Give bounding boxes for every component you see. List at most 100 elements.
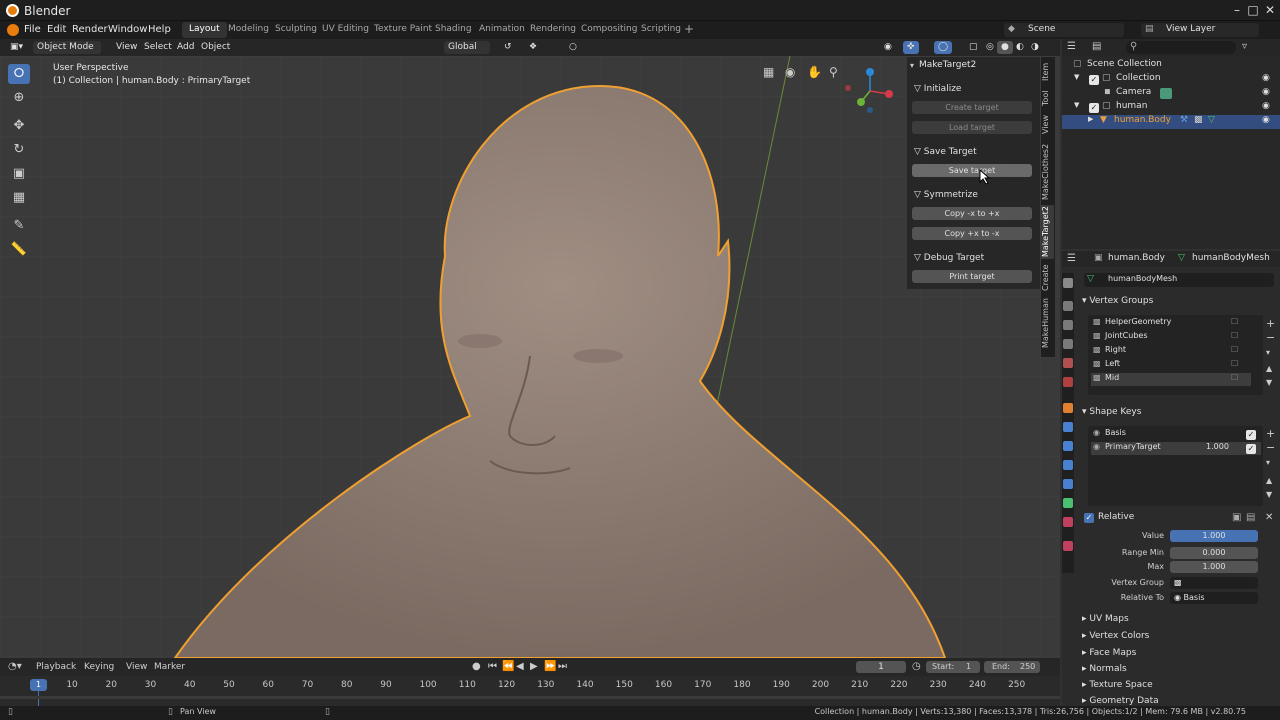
save-target-button[interactable]: Save target [912, 164, 1032, 177]
visibility-eye-icon[interactable]: ◉ [1262, 73, 1270, 83]
menu-file[interactable]: File [24, 24, 41, 35]
expand-icon[interactable]: ▼ [1074, 101, 1079, 109]
minimize-icon[interactable]: – [1229, 2, 1245, 18]
relative-checkbox[interactable]: ✓ [1084, 513, 1094, 523]
start-frame-field[interactable]: Start: 1 [926, 661, 980, 673]
outliner-search-input[interactable] [1126, 41, 1236, 54]
lock-icon[interactable]: ☐ [1231, 317, 1238, 326]
orientation-dropdown[interactable]: Global [444, 41, 490, 54]
prev-keyframe-icon[interactable]: ⏪ [502, 661, 514, 672]
scene-selector[interactable]: ◆ Scene [1004, 23, 1124, 37]
texture-space-header[interactable]: ▸ Texture Space [1082, 680, 1153, 690]
view-layer-tab-icon[interactable] [1063, 339, 1073, 349]
scene-tab-icon[interactable] [1063, 358, 1073, 368]
initialize-header[interactable]: ▽ Initialize [914, 84, 961, 94]
render-tab-icon[interactable] [1063, 301, 1073, 311]
move-down-icon[interactable]: ▼ [1266, 490, 1272, 499]
mesh-data-tab-icon[interactable] [1063, 498, 1073, 508]
proportional-edit-icon[interactable]: ○ [565, 41, 581, 54]
shape-key-lock-icon[interactable]: ▤ [1246, 512, 1255, 523]
tab-item[interactable]: Item [1041, 61, 1054, 83]
outliner-row-camera[interactable]: ◾ Camera ◉ [1062, 87, 1280, 101]
tab-maketarget2[interactable]: MakeTarget2 [1041, 205, 1054, 259]
move-up-icon[interactable]: ▲ [1266, 476, 1272, 485]
panel-collapse-icon[interactable]: ▾ [910, 61, 914, 70]
wireframe-shading-icon[interactable]: ◎ [982, 41, 998, 54]
list-item[interactable]: ◉ Basis ✓ [1091, 428, 1261, 441]
constraints-tab-icon[interactable] [1063, 479, 1073, 489]
material-tab-icon[interactable] [1063, 517, 1073, 527]
visibility-eye-icon[interactable]: ◉ [1262, 101, 1270, 111]
jump-start-icon[interactable]: ⏮ [488, 661, 497, 672]
add-vertex-group-icon[interactable]: + [1266, 317, 1275, 330]
save-target-header[interactable]: ▽ Save Target [914, 147, 977, 157]
visibility-icon[interactable]: ◉ [880, 41, 896, 54]
rotate-tool-icon[interactable]: ↻ [8, 140, 30, 160]
overlay-toggle-icon[interactable]: ◯ [934, 41, 953, 54]
value-field[interactable]: 1.000 [1170, 530, 1258, 542]
tool-tab-icon[interactable] [1063, 278, 1073, 288]
playhead[interactable]: 1 [30, 679, 47, 691]
world-tab-icon[interactable] [1063, 377, 1073, 387]
modifier-tab-icon[interactable] [1063, 422, 1073, 432]
lock-icon[interactable]: ☐ [1231, 331, 1238, 340]
maximize-icon[interactable]: □ [1245, 2, 1261, 18]
play-icon[interactable]: ▶ [530, 661, 538, 672]
menu-marker[interactable]: Marker [154, 662, 185, 672]
pan-hand-icon[interactable]: ✋ [807, 65, 822, 79]
vertex-groups-list[interactable]: ▩ HelperGeometry ☐ ▩ JointCubes ☐ ▩ Right ☐ ▩ L… [1088, 315, 1263, 395]
editor-type-icon[interactable]: ▣▾ [6, 41, 28, 54]
camera-icon[interactable]: ◉ [785, 65, 795, 79]
tab-tool[interactable]: Tool [1041, 87, 1054, 109]
outliner-editor-icon[interactable]: ☰ [1067, 41, 1076, 52]
tab-scripting[interactable]: Scripting [634, 22, 688, 38]
zoom-icon[interactable]: ⚲ [829, 65, 838, 79]
shape-keys-list[interactable]: ◉ Basis ✓ ◉ PrimaryTarget 1.000 ✓ [1088, 426, 1263, 506]
create-target-button[interactable]: Create target [912, 101, 1032, 114]
current-frame-field[interactable]: 1 [856, 661, 906, 673]
blender-menu-icon[interactable] [7, 24, 19, 36]
breadcrumb-mesh[interactable]: humanBodyMesh [1192, 253, 1270, 263]
physics-tab-icon[interactable] [1063, 460, 1073, 470]
3d-viewport[interactable]: ⭘ ⊕ ✥ ↻ ▣ ▦ ✎ 📏 User Perspective (1) Col… [0, 56, 1060, 658]
menu-render[interactable]: Render [72, 24, 108, 35]
measure-tool-icon[interactable]: 📏 [8, 240, 30, 260]
tab-layout[interactable]: Layout [182, 22, 227, 38]
end-frame-field[interactable]: End: 250 [984, 661, 1040, 673]
move-tool-icon[interactable]: ✥ [8, 116, 30, 136]
camera-data-icon[interactable] [1160, 88, 1172, 99]
mesh-datablock-field[interactable]: ▽ humanBodyMesh [1084, 273, 1274, 287]
breadcrumb-object[interactable]: human.Body [1108, 253, 1165, 263]
pivot-icon[interactable]: ↺ [500, 41, 516, 54]
lock-icon[interactable]: ☐ [1231, 345, 1238, 354]
outliner-row-human[interactable]: ▼ ✓ ▢ human ◉ [1062, 101, 1280, 115]
annotate-tool-icon[interactable]: ✎ [8, 216, 30, 236]
vertex-groups-header[interactable]: ▾ Vertex Groups [1082, 296, 1153, 306]
play-reverse-icon[interactable]: ◀ [516, 661, 524, 672]
symmetrize-header[interactable]: ▽ Symmetrize [914, 190, 978, 200]
list-item[interactable]: ▩ JointCubes ☐ [1091, 331, 1251, 344]
xray-icon[interactable]: ▢ [965, 41, 982, 54]
expand-icon[interactable]: ▶ [1088, 115, 1093, 123]
outliner-row-scene-collection[interactable]: ▢ Scene Collection [1062, 59, 1280, 73]
close-icon[interactable]: ✕ [1262, 2, 1278, 18]
max-field[interactable]: 1.000 [1170, 561, 1258, 573]
transform-tool-icon[interactable]: ▦ [8, 188, 30, 208]
tab-makehuman[interactable]: MakeHuman [1041, 297, 1054, 349]
menu-keying[interactable]: Keying [84, 662, 114, 672]
preview-range-icon[interactable]: ◷ [912, 661, 921, 672]
visibility-eye-icon[interactable]: ◉ [1262, 115, 1270, 125]
texture-tab-icon[interactable] [1063, 541, 1073, 551]
tab-shading[interactable]: Shading [428, 22, 479, 38]
relative-to-field[interactable]: ◉ Basis [1170, 592, 1258, 604]
add-shape-key-icon[interactable]: + [1266, 427, 1275, 440]
output-tab-icon[interactable] [1063, 320, 1073, 330]
debug-target-header[interactable]: ▽ Debug Target [914, 253, 984, 263]
expand-icon[interactable]: ▼ [1074, 73, 1079, 81]
remove-vertex-group-icon[interactable]: − [1266, 331, 1275, 344]
move-up-icon[interactable]: ▲ [1266, 364, 1272, 373]
properties-editor-icon[interactable]: ☰ [1067, 253, 1076, 264]
print-target-button[interactable]: Print target [912, 270, 1032, 283]
rendered-shading-icon[interactable]: ◑ [1027, 41, 1043, 54]
menu-object[interactable]: Object [197, 41, 234, 54]
